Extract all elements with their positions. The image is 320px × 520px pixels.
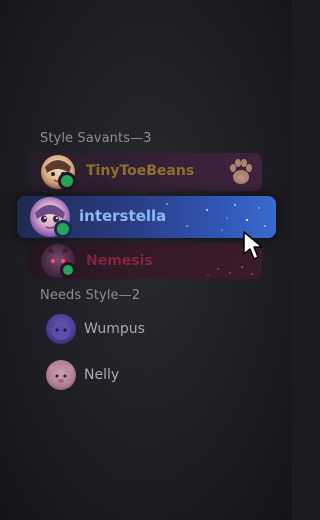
online-status-icon — [60, 262, 76, 278]
group-header-needs-style: Needs Style—2 — [40, 288, 141, 303]
group-header-style-savants: Style Savants—3 — [40, 131, 152, 146]
avatar — [46, 314, 76, 344]
member-name: interstella — [79, 207, 167, 225]
avatar — [41, 244, 76, 278]
member-name: Wumpus — [84, 321, 145, 337]
member-list-panel: Style Savants—3 TinyToeBeans interstella… — [0, 0, 292, 520]
member-name: TinyToeBeans — [86, 163, 195, 179]
avatar — [46, 360, 76, 390]
member-name: Nemesis — [86, 253, 153, 269]
mouse-cursor-icon — [243, 231, 263, 260]
avatar — [41, 155, 76, 190]
paw-icon — [230, 159, 252, 184]
member-name: Nelly — [84, 367, 120, 383]
online-status-icon — [54, 220, 72, 238]
online-status-icon — [58, 172, 76, 190]
avatar — [30, 197, 72, 238]
